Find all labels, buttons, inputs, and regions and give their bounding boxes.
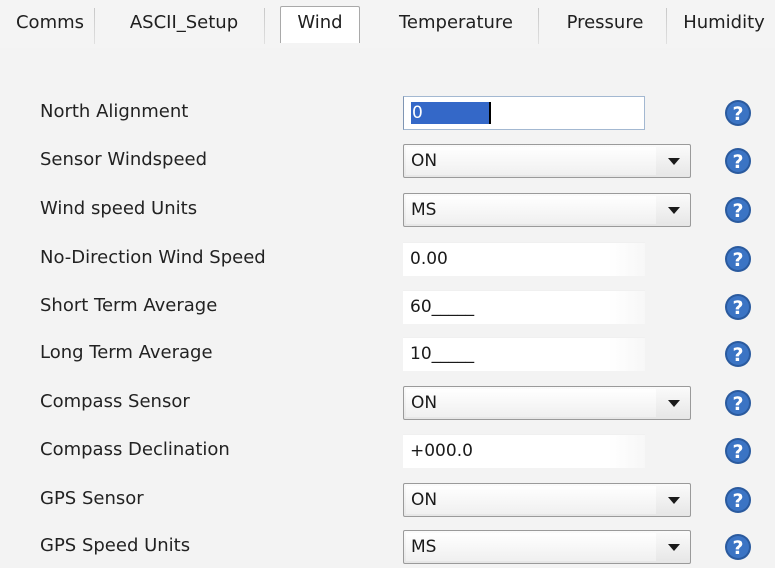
help-icon[interactable]: ? — [724, 147, 752, 175]
form-row-north-alignment: North Alignment 0 ? — [0, 92, 775, 132]
help-icon[interactable]: ? — [724, 196, 752, 224]
chevron-down-icon[interactable] — [668, 158, 680, 165]
svg-text:?: ? — [732, 151, 743, 173]
form-row-compass-sensor: Compass Sensor ON ? — [0, 382, 775, 422]
form-row-no-direction-wind-speed: No-Direction Wind Speed 0.00 ? — [0, 238, 775, 278]
svg-text:?: ? — [732, 297, 743, 319]
compass-sensor-select[interactable]: ON — [403, 386, 691, 420]
select-face — [406, 147, 656, 175]
form-row-gps-sensor: GPS Sensor ON ? — [0, 479, 775, 519]
selected-text: 0 — [411, 102, 489, 124]
help-icon[interactable]: ? — [724, 389, 752, 417]
help-icon[interactable]: ? — [724, 293, 752, 321]
tab-label: Pressure — [566, 12, 644, 33]
svg-text:?: ? — [732, 441, 743, 463]
select-value: ON — [411, 151, 438, 171]
svg-text:?: ? — [732, 537, 743, 559]
svg-text:?: ? — [732, 249, 743, 271]
tab-comms[interactable]: Comms — [6, 8, 95, 44]
input-value: +000.0 — [410, 441, 473, 461]
form-row-short-term-average: Short Term Average 60_____ ? — [0, 286, 775, 326]
field-label: Compass Declination — [40, 439, 230, 460]
chevron-down-icon[interactable] — [668, 400, 680, 407]
help-icon[interactable]: ? — [724, 99, 752, 127]
svg-text:?: ? — [732, 200, 743, 222]
tab-label: Temperature — [398, 12, 514, 33]
wind-speed-units-select[interactable]: MS — [403, 193, 691, 227]
svg-text:?: ? — [732, 393, 743, 415]
sensor-windspeed-select[interactable]: ON — [403, 144, 691, 178]
long-term-average-input[interactable]: 10_____ — [403, 337, 645, 371]
select-face — [406, 196, 656, 224]
field-label: Compass Sensor — [40, 391, 190, 412]
tab-wind[interactable]: Wind — [280, 6, 360, 43]
tab-label: Wind — [297, 12, 343, 33]
tab-label: Comms — [15, 12, 85, 33]
help-icon[interactable]: ? — [724, 245, 752, 273]
tab-pressure[interactable]: Pressure — [544, 8, 667, 44]
tab-temperature[interactable]: Temperature — [374, 8, 539, 44]
field-label: GPS Sensor — [40, 488, 144, 509]
svg-text:?: ? — [732, 490, 743, 512]
compass-declination-input[interactable]: +000.0 — [403, 434, 645, 468]
form-row-compass-declination: Compass Declination +000.0 ? — [0, 430, 775, 470]
form-row-long-term-average: Long Term Average 10_____ ? — [0, 333, 775, 373]
input-value: 10_____ — [410, 344, 475, 364]
select-value: MS — [411, 537, 437, 557]
gps-sensor-select[interactable]: ON — [403, 483, 691, 517]
select-value: ON — [411, 490, 438, 510]
svg-text:?: ? — [732, 103, 743, 125]
input-value: 60_____ — [410, 297, 475, 317]
field-label: Sensor Windspeed — [40, 149, 208, 170]
help-icon[interactable]: ? — [724, 437, 752, 465]
short-term-average-input[interactable]: 60_____ — [403, 290, 645, 324]
input-value: 0.00 — [410, 249, 448, 269]
tab-ascii-setup[interactable]: ASCII_Setup — [104, 8, 265, 44]
help-icon[interactable]: ? — [724, 340, 752, 368]
help-icon[interactable]: ? — [724, 486, 752, 514]
form-row-sensor-windspeed: Sensor Windspeed ON ? — [0, 140, 775, 180]
field-label: Short Term Average — [40, 295, 218, 316]
help-icon[interactable]: ? — [724, 533, 752, 561]
svg-text:?: ? — [732, 344, 743, 366]
text-caret — [489, 102, 491, 124]
field-label: No-Direction Wind Speed — [40, 247, 266, 268]
chevron-down-icon[interactable] — [668, 207, 680, 214]
field-label: GPS Speed Units — [40, 535, 191, 556]
tab-label: Humidity — [683, 12, 765, 33]
select-face — [406, 533, 656, 561]
tab-humidity[interactable]: Humidity — [674, 8, 774, 42]
form-row-gps-speed-units: GPS Speed Units MS ? — [0, 526, 775, 566]
form-row-wind-speed-units: Wind speed Units MS ? — [0, 189, 775, 229]
no-direction-wind-speed-input[interactable]: 0.00 — [403, 242, 645, 276]
tab-bar: Comms ASCII_Setup Wind Temperature Press… — [0, 0, 775, 48]
tab-label: ASCII_Setup — [129, 12, 239, 33]
select-value: ON — [411, 393, 438, 413]
field-label: Long Term Average — [40, 342, 213, 363]
field-label: North Alignment — [40, 101, 189, 122]
gps-speed-units-select[interactable]: MS — [403, 530, 691, 564]
chevron-down-icon[interactable] — [668, 544, 680, 551]
field-label: Wind speed Units — [40, 198, 198, 219]
chevron-down-icon[interactable] — [668, 497, 680, 504]
select-face — [406, 486, 656, 514]
select-value: MS — [411, 200, 437, 220]
select-face — [406, 389, 656, 417]
north-alignment-input[interactable]: 0 — [403, 96, 645, 130]
